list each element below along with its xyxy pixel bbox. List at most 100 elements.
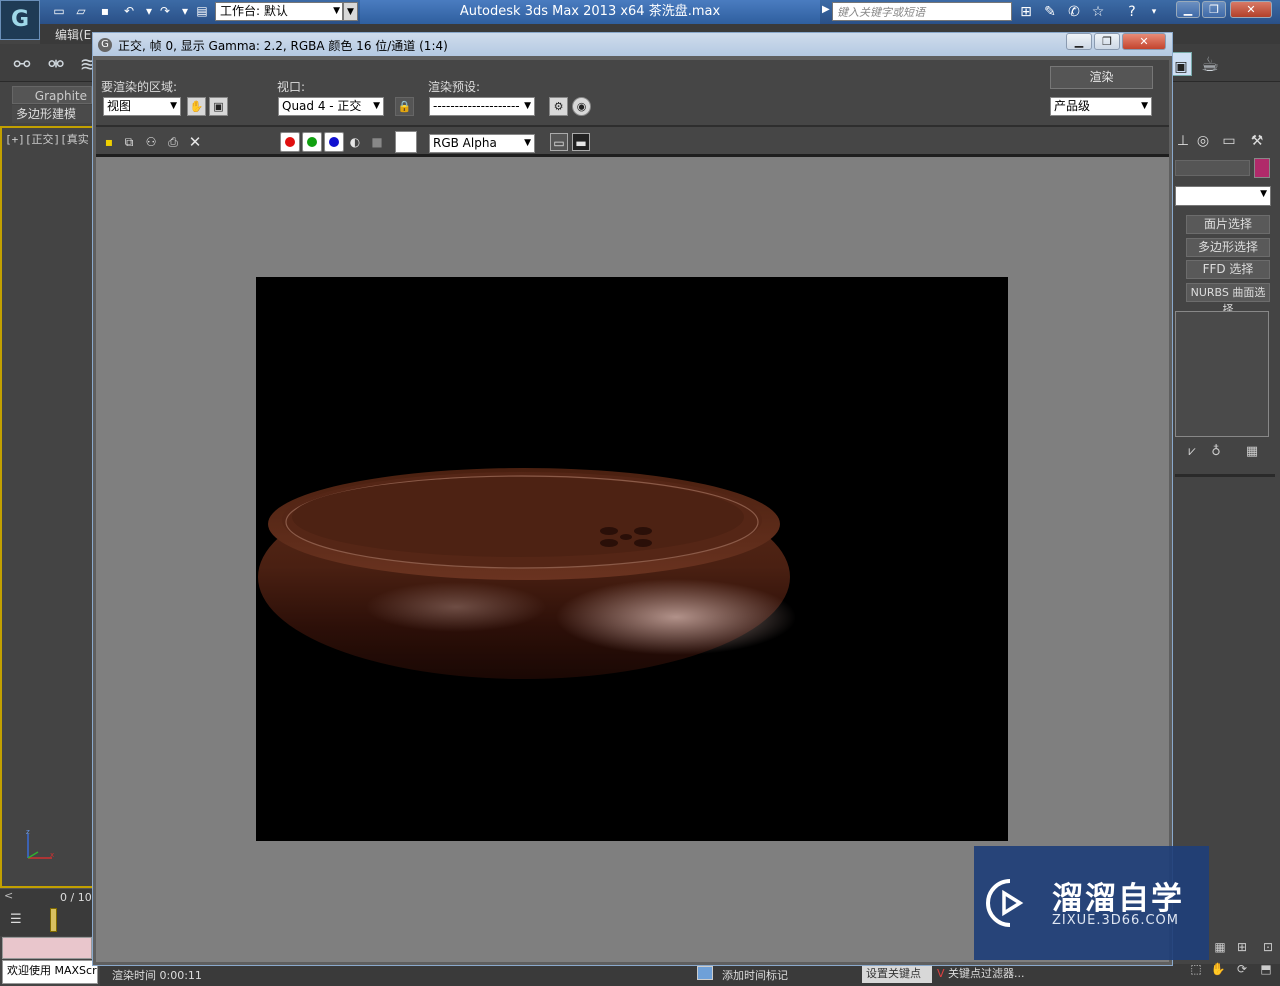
render-settings-panel	[96, 60, 1169, 154]
app-logo-icon[interactable]: G	[0, 0, 40, 40]
new-file-icon[interactable]: ▭	[50, 3, 68, 20]
color-swatch[interactable]	[395, 131, 417, 153]
panel-divider	[1175, 474, 1275, 477]
motion-tab-icon[interactable]: ◎	[1192, 131, 1214, 151]
time-tag-icon[interactable]	[697, 966, 713, 980]
render-frame-icon[interactable]: ▣	[1170, 52, 1192, 76]
watermark-logo-icon	[986, 879, 1024, 927]
save-image-icon[interactable]: ▪	[100, 133, 118, 151]
close-main-button[interactable]: ✕	[1230, 1, 1272, 18]
render-setup-icon[interactable]: ⚙	[549, 97, 568, 116]
help-dropdown-icon[interactable]: ▾	[1144, 3, 1164, 21]
utilities-tab-icon[interactable]: ⚒	[1246, 131, 1268, 151]
pan-hand-icon[interactable]: ✋	[1208, 962, 1228, 980]
communication-icon[interactable]: ✆	[1064, 3, 1084, 21]
binoculars-icon[interactable]: ⊞	[1016, 3, 1036, 21]
toggle-ui-overlay-icon[interactable]: ▭	[550, 133, 568, 151]
modifier-list-dropdown[interactable]: ▼	[1175, 186, 1271, 206]
pin-stack-icon[interactable]: ⩗	[1182, 444, 1202, 462]
viewport-frame[interactable]	[0, 126, 92, 888]
area-to-render-select[interactable]: 视图 ▼	[103, 97, 181, 116]
area-to-render-value: 视图	[107, 99, 132, 113]
blue-channel-button[interactable]	[324, 132, 344, 152]
search-input[interactable]: 键入关键字或短语	[832, 2, 1012, 21]
green-channel-button[interactable]	[302, 132, 322, 152]
render-window-title: 正交, 帧 0, 显示 Gamma: 2.2, RGBA 颜色 16 位/通道 …	[118, 39, 448, 53]
display-channel-select[interactable]: RGB Alpha ▼	[429, 134, 535, 153]
render-preset-select[interactable]: -------------------- ▼	[429, 97, 535, 116]
display-tab-icon[interactable]: ▭	[1218, 131, 1240, 151]
ffd-select-button[interactable]: FFD 选择	[1186, 260, 1270, 279]
modifier-stack-list[interactable]	[1175, 311, 1269, 437]
trackbar-menu-icon[interactable]: ☰	[10, 912, 22, 927]
open-folder-icon[interactable]: ▱	[72, 3, 90, 20]
key-filter-label: 关键点过滤器...	[948, 967, 1025, 980]
object-color-swatch[interactable]	[1254, 158, 1270, 178]
project-folder-icon[interactable]: ▤	[193, 3, 211, 20]
lock-viewport-icon[interactable]: 🔒	[395, 97, 414, 116]
zoom-icon[interactable]: ▦	[1210, 940, 1230, 958]
ribbon-tab-graphite[interactable]: Graphite	[12, 86, 92, 104]
key-filters[interactable]: V 关键点过滤器...	[937, 965, 1047, 983]
clone-frame-window-icon[interactable]: ⚇	[142, 133, 160, 151]
clear-image-icon[interactable]: ✕	[186, 133, 204, 151]
add-time-tag[interactable]: 添加时间标记	[722, 967, 788, 983]
favorites-star-icon[interactable]: ☆	[1088, 3, 1108, 21]
patch-select-button[interactable]: 面片选择	[1186, 215, 1270, 234]
edit-region-icon[interactable]: ✋	[187, 97, 206, 116]
chevron-down-icon: ▼	[170, 101, 177, 111]
set-key-button[interactable]: 设置关键点	[862, 965, 932, 983]
subscription-icon[interactable]: ✎	[1040, 3, 1060, 21]
menu-edit[interactable]: 编辑(E	[55, 26, 91, 43]
maxscript-listener-box[interactable]	[2, 937, 92, 959]
render-quality-select[interactable]: 产品级 ▼	[1050, 97, 1152, 116]
quick-access-dropdown-icon[interactable]: ▼	[343, 2, 358, 21]
search-expand-icon[interactable]: ▶	[822, 4, 830, 15]
workspace-label: 工作台: 默认	[220, 4, 288, 18]
minimize-main-button[interactable]: ▁	[1176, 1, 1200, 18]
red-channel-button[interactable]	[280, 132, 300, 152]
show-end-result-icon[interactable]: ♁	[1206, 444, 1226, 462]
viewport-label[interactable]: [+][正交][真实	[5, 131, 89, 147]
undo-icon[interactable]: ↶	[120, 3, 138, 20]
render-close-button[interactable]: ✕	[1122, 33, 1166, 50]
hierarchy-tab-icon[interactable]: ⊥	[1172, 131, 1194, 151]
teapot-render-icon[interactable]: ☕	[1196, 50, 1224, 78]
render-restore-button[interactable]: ❐	[1094, 33, 1120, 50]
zoom-all-icon[interactable]: ⊞	[1232, 940, 1252, 958]
save-icon[interactable]: ▪	[96, 3, 114, 20]
time-prev-icon[interactable]: <	[4, 889, 13, 902]
tea-tray-render	[258, 468, 796, 679]
maximize-viewport-icon[interactable]: ⬒	[1256, 962, 1276, 980]
chevron-down-icon: ▼	[1141, 101, 1148, 111]
help-icon[interactable]: ?	[1122, 3, 1142, 21]
viewport-select[interactable]: Quad 4 - 正交 ▼	[278, 97, 384, 116]
print-image-icon[interactable]: ⎙	[164, 133, 182, 151]
render-minimize-button[interactable]: ▁	[1066, 33, 1092, 50]
display-channel-value: RGB Alpha	[433, 136, 497, 150]
environment-effects-icon[interactable]: ◉	[572, 97, 591, 116]
orbit-icon[interactable]: ⟳	[1232, 962, 1252, 980]
copy-image-icon[interactable]: ⧉	[120, 133, 138, 151]
auto-region-icon[interactable]: ▣	[209, 97, 228, 116]
poly-select-button[interactable]: 多边形选择	[1186, 238, 1270, 257]
maxscript-welcome[interactable]: 欢迎使用 MAXScr	[2, 960, 98, 984]
unlink-icon[interactable]: ⚮	[42, 50, 70, 78]
link-icon[interactable]: ⚯	[8, 50, 36, 78]
nurbs-surface-select-button[interactable]: NURBS 曲面选择	[1186, 283, 1270, 316]
render-button[interactable]: 渲染	[1050, 66, 1153, 89]
configure-modifier-sets-icon[interactable]: ▦	[1242, 444, 1262, 462]
redo-icon[interactable]: ↷	[156, 3, 174, 20]
redo-dropdown-icon[interactable]: ▾	[176, 3, 194, 20]
workspace-select[interactable]: 工作台: 默认 ▼	[215, 2, 343, 21]
watermark-url: ZIXUE.3D66.COM	[1052, 913, 1179, 928]
toggle-ui-icon[interactable]: ▬	[572, 133, 590, 151]
restore-main-button[interactable]: ❐	[1202, 1, 1226, 18]
object-name-field[interactable]	[1175, 160, 1250, 176]
monochrome-icon[interactable]: ■	[368, 133, 386, 151]
alpha-channel-icon[interactable]: ◐	[346, 133, 364, 151]
track-slider-handle[interactable]	[50, 908, 57, 932]
ribbon-polygon-modeling[interactable]: 多边形建模	[12, 105, 92, 123]
field-of-view-icon[interactable]: ⬚	[1186, 962, 1206, 980]
zoom-extents-icon[interactable]: ⊡	[1258, 940, 1278, 958]
